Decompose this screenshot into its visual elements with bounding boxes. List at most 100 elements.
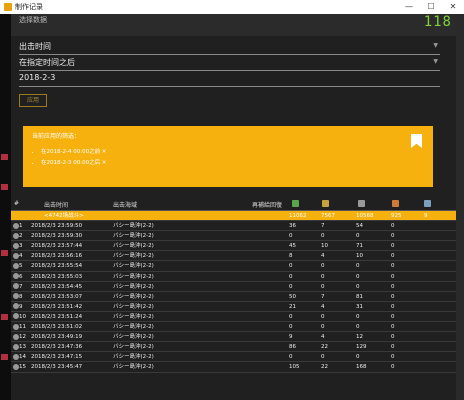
summary-label: <4742场战斗> xyxy=(44,213,84,219)
window-title: 制作记录 xyxy=(15,3,43,11)
col-index[interactable]: # xyxy=(14,200,19,207)
cell-v3: 0 xyxy=(356,233,360,240)
cell-v2: 4 xyxy=(321,253,325,260)
right-scroll-edge[interactable] xyxy=(456,14,464,400)
cell-idx: 5 xyxy=(19,263,23,270)
table-row[interactable]: 12 2018/2/3 23:49:19 バシー島沖(2-2) 9 4 12 0 xyxy=(11,332,456,343)
table-row[interactable]: 4 2018/2/3 23:56:16 バシー島沖(2-2) 8 4 10 0 xyxy=(11,251,456,262)
cell-v3: 31 xyxy=(356,303,363,310)
cell-v1: 86 xyxy=(289,344,296,351)
cell-area: バシー島沖(2-2) xyxy=(113,324,154,331)
condition-select[interactable]: 在指定时间之后 ▼ xyxy=(19,57,440,71)
table-row[interactable]: 6 2018/2/3 23:55:03 バシー島沖(2-2) 0 0 0 0 xyxy=(11,272,456,282)
bucket-icon xyxy=(424,200,431,207)
cell-v1: 0 xyxy=(289,233,293,240)
cell-idx: 11 xyxy=(19,324,26,331)
filter-chip[interactable]: 在2018-2-4 00:00之前 ✕ xyxy=(41,147,106,155)
apply-button[interactable]: 应用 xyxy=(19,94,47,107)
cell-v2: 22 xyxy=(321,344,328,351)
table-row[interactable]: 1 2018/2/3 23:59:50 バシー島沖(2-2) 36 7 54 0 xyxy=(11,221,456,232)
bookmark-icon xyxy=(411,134,422,148)
cell-v3: 0 xyxy=(356,313,360,320)
summary-ammo: 7567 xyxy=(321,213,335,219)
cell-v3: 81 xyxy=(356,293,363,300)
cell-idx: 10 xyxy=(19,313,26,320)
cell-idx: 12 xyxy=(19,334,26,341)
ammo-icon xyxy=(322,200,329,207)
cell-v1: 8 xyxy=(289,253,293,260)
cell-v1: 45 xyxy=(289,243,296,250)
cell-idx: 2 xyxy=(19,233,23,240)
cell-v2: 4 xyxy=(321,334,325,341)
table-row[interactable]: 7 2018/2/3 23:54:45 バシー島沖(2-2) 0 0 0 0 xyxy=(11,282,456,292)
summary-fuel: 11062 xyxy=(289,213,307,219)
cell-v2: 10 xyxy=(321,243,328,250)
table-row[interactable]: 3 2018/2/3 23:57:44 バシー島沖(2-2) 45 10 71 0 xyxy=(11,241,456,252)
cell-v2: 0 xyxy=(321,313,325,320)
cell-v1: 0 xyxy=(289,313,293,320)
summary-steel: 10568 xyxy=(356,213,374,219)
cell-idx: 1 xyxy=(19,223,23,230)
cell-v1: 0 xyxy=(289,273,293,280)
cell-time: 2018/2/3 23:59:50 xyxy=(31,223,83,230)
cell-v3: 54 xyxy=(356,223,363,230)
cell-v2: 0 xyxy=(321,283,325,290)
cell-area: バシー島沖(2-2) xyxy=(113,313,154,320)
cell-v4: 0 xyxy=(391,303,395,310)
table-row[interactable]: 9 2018/2/3 23:51:42 バシー島沖(2-2) 21 4 31 0 xyxy=(11,302,456,312)
panel-header: 选择数据 118 xyxy=(11,14,456,36)
col-time[interactable]: 出击时间 xyxy=(44,200,68,209)
date-input-value: 2018-2-3 xyxy=(19,73,56,82)
field-select-1[interactable]: 出击时间 ▼ xyxy=(19,41,440,55)
table-row[interactable]: 15 2018/2/3 23:45:47 バシー島沖(2-2) 105 22 168 0 xyxy=(11,362,456,373)
cell-v4: 0 xyxy=(391,293,395,300)
cell-v3: 0 xyxy=(356,273,360,280)
cell-v4: 0 xyxy=(391,243,395,250)
cell-time: 2018/2/3 23:47:36 xyxy=(31,344,83,351)
cell-time: 2018/2/3 23:55:54 xyxy=(31,263,83,270)
table-row[interactable]: 5 2018/2/3 23:55:54 バシー島沖(2-2) 0 0 0 0 xyxy=(11,261,456,272)
cell-time: 2018/2/3 23:56:16 xyxy=(31,253,83,260)
cell-v2: 0 xyxy=(321,324,325,331)
cell-v3: 10 xyxy=(356,253,363,260)
cell-area: バシー島沖(2-2) xyxy=(113,344,154,351)
close-button[interactable]: ✕ xyxy=(442,0,464,14)
filter-chip[interactable]: 在2018-2-3 00:00之后 ✕ xyxy=(41,158,106,166)
table-row[interactable]: 14 2018/2/3 23:47:15 バシー島沖(2-2) 0 0 0 0 xyxy=(11,352,456,363)
cell-time: 2018/2/3 23:54:45 xyxy=(31,283,83,290)
cell-time: 2018/2/3 23:51:24 xyxy=(31,313,83,320)
condition-select-value: 在指定时间之后 xyxy=(19,58,75,67)
cell-area: バシー島沖(2-2) xyxy=(113,283,154,290)
table-row[interactable]: 11 2018/2/3 23:51:02 バシー島沖(2-2) 0 0 0 0 xyxy=(11,322,456,333)
summary-row[interactable]: <4742场战斗> 11062 7567 10568 925 9 xyxy=(11,211,456,222)
cell-v4: 0 xyxy=(391,233,395,240)
cell-v3: 168 xyxy=(356,364,367,371)
header-clock: 118 xyxy=(423,14,452,30)
chevron-down-icon: ▼ xyxy=(433,42,438,49)
col-fuel[interactable]: 再補給回復 xyxy=(252,200,282,209)
maximize-button[interactable]: ☐ xyxy=(420,0,442,14)
cell-v1: 9 xyxy=(289,334,293,341)
minimize-button[interactable]: — xyxy=(398,0,420,14)
table-row[interactable]: 8 2018/2/3 23:53:07 バシー島沖(2-2) 50 7 81 0 xyxy=(11,292,456,302)
chevron-down-icon: ▼ xyxy=(433,58,438,65)
cell-area: バシー島沖(2-2) xyxy=(113,273,154,280)
col-area[interactable]: 出击海域 xyxy=(113,200,137,209)
table-body: 1 2018/2/3 23:59:50 バシー島沖(2-2) 36 7 54 0 2 2018/… xyxy=(11,221,456,373)
steel-icon xyxy=(358,200,365,207)
table-row[interactable]: 10 2018/2/3 23:51:24 バシー島沖(2-2) 0 0 0 0 xyxy=(11,312,456,323)
table-header: # 出击时间 出击海域 再補給回復 xyxy=(11,198,456,211)
date-input[interactable]: 2018-2-3 xyxy=(19,73,440,87)
cell-idx: 9 xyxy=(19,303,23,310)
cell-v4: 0 xyxy=(391,334,395,341)
cell-v4: 0 xyxy=(391,364,395,371)
active-filter-title: 当前应用的筛选： xyxy=(32,133,81,140)
cell-idx: 8 xyxy=(19,293,23,300)
table-row[interactable]: 2 2018/2/3 23:59:30 バシー島沖(2-2) 0 0 0 0 xyxy=(11,231,456,242)
cell-v1: 0 xyxy=(289,354,293,361)
cell-v4: 0 xyxy=(391,253,395,260)
table-row[interactable]: 13 2018/2/3 23:47:36 バシー島沖(2-2) 86 22 129 0 xyxy=(11,342,456,353)
cell-area: バシー島沖(2-2) xyxy=(113,243,154,250)
cell-v2: 0 xyxy=(321,354,325,361)
cell-area: バシー島沖(2-2) xyxy=(113,354,154,361)
